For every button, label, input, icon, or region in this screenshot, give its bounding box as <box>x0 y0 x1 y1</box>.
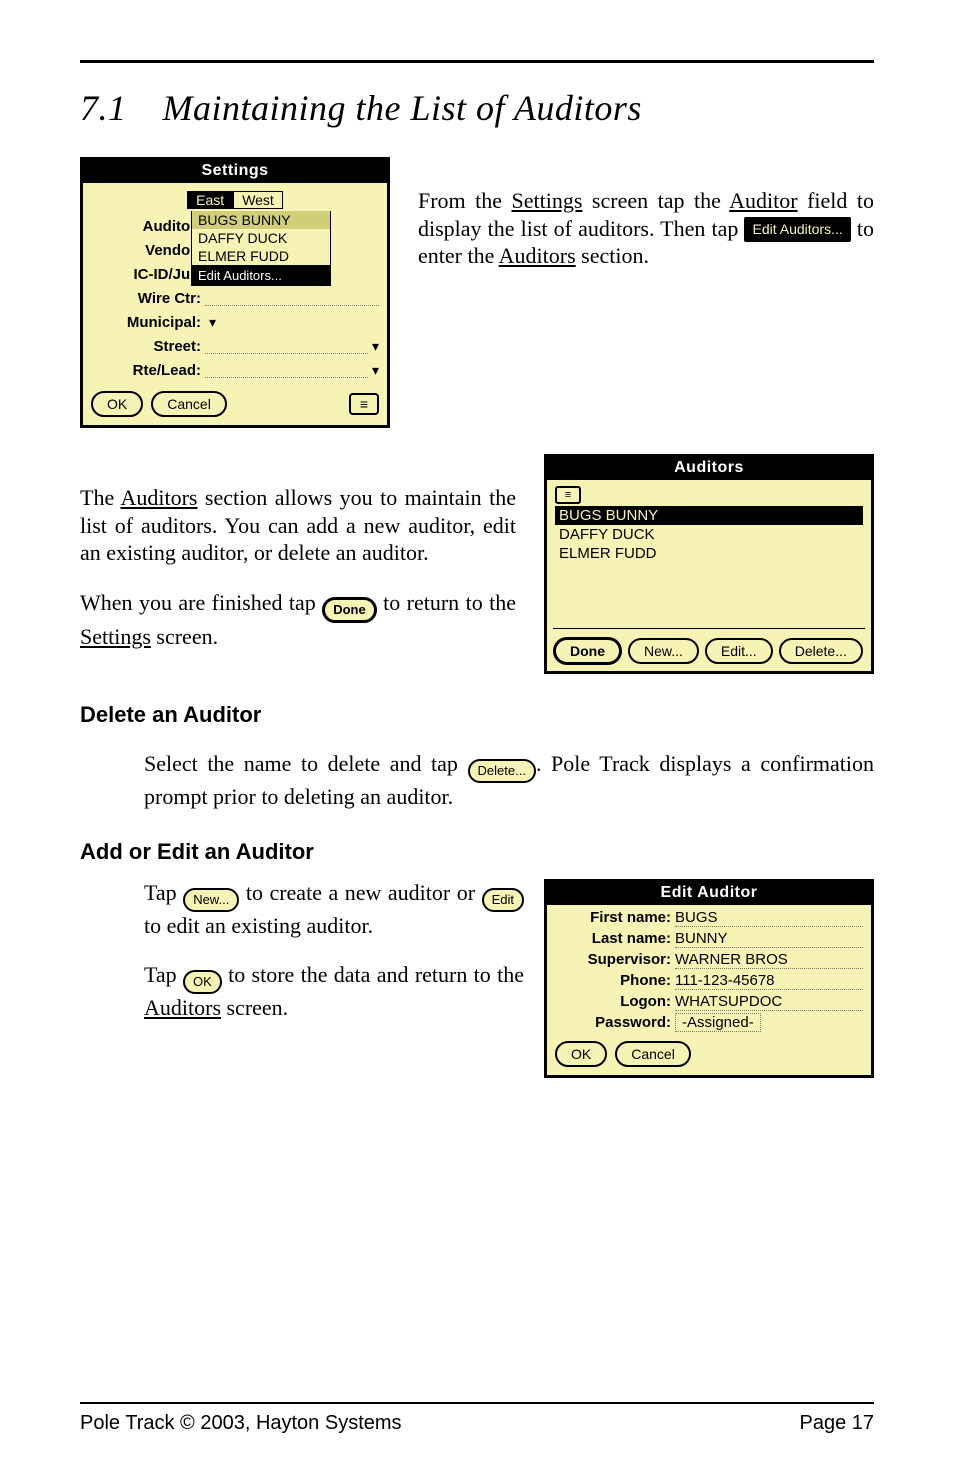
footer-right: Page 17 <box>799 1412 874 1435</box>
settings-ok-button[interactable]: OK <box>91 391 143 417</box>
footer-rule <box>80 1402 874 1404</box>
auditors-screenshot: Auditors BUGS BUNNY DAFFY DUCK ELMER FUD… <box>544 454 874 674</box>
edit-auditor-title: Edit Auditor <box>547 882 871 905</box>
lbl-rtelead: Rte/Lead: <box>91 362 205 379</box>
link-settings: Settings <box>512 188 583 213</box>
auditors-explain-paragraph: The Auditors section allows you to maint… <box>80 484 516 567</box>
tab-west[interactable]: West <box>233 191 283 209</box>
fld-supervisor[interactable]: WARNER BROS <box>675 951 863 969</box>
settings-screenshot: Settings EastWest BUGS BUNNY DAFFY DUCK … <box>80 157 390 428</box>
footer: Pole Track © 2003, Hayton Systems Page 1… <box>80 1402 874 1435</box>
list-item[interactable]: ELMER FUDD <box>555 544 863 563</box>
auditors-title: Auditors <box>547 457 871 480</box>
top-rule <box>80 60 874 63</box>
list-item[interactable]: BUGS BUNNY <box>555 506 863 525</box>
section-heading: 7.1 Maintaining the List of Auditors <box>80 87 874 129</box>
edit-ok-button[interactable]: OK <box>555 1041 607 1067</box>
rtelead-dropdown-icon[interactable] <box>368 362 379 379</box>
add-paragraph-1: Tap New... to create a new auditor or Ed… <box>144 879 524 940</box>
auditor-opt-edit[interactable]: Edit Auditors... <box>192 265 330 285</box>
auditors-new-button[interactable]: New... <box>628 638 699 664</box>
section-title: Maintaining the List of Auditors <box>163 88 642 128</box>
edit-auditor-screenshot: Edit Auditor First name:BUGS Last name:B… <box>544 879 874 1078</box>
chip-ok[interactable]: OK <box>183 970 222 994</box>
chip-new[interactable]: New... <box>183 888 239 912</box>
auditor-opt-2[interactable]: DAFFY DUCK <box>192 229 330 247</box>
auditors-done-button[interactable]: Done <box>553 637 622 665</box>
chip-edit[interactable]: Edit <box>482 888 524 912</box>
link-auditor-field: Auditor <box>729 188 797 213</box>
chip-done[interactable]: Done <box>322 597 377 623</box>
lbl-phone: Phone: <box>555 972 675 989</box>
done-paragraph: When you are finished tap Done to return… <box>80 589 516 651</box>
auditor-dropdown: BUGS BUNNY DAFFY DUCK ELMER FUDD Edit Au… <box>191 211 331 286</box>
lbl-first: First name: <box>555 909 675 926</box>
lbl-supervisor: Supervisor: <box>555 951 675 968</box>
fld-logon[interactable]: WHATSUPDOC <box>675 993 863 1011</box>
list-item[interactable]: DAFFY DUCK <box>555 525 863 544</box>
fld-password[interactable]: -Assigned- <box>675 1013 761 1032</box>
add-paragraph-2: Tap OK to store the data and return to t… <box>144 961 524 1022</box>
footer-left: Pole Track © 2003, Hayton Systems <box>80 1412 402 1435</box>
street-dropdown-icon[interactable] <box>368 338 379 355</box>
fld-first[interactable]: BUGS <box>675 909 863 927</box>
fld-last[interactable]: BUNNY <box>675 930 863 948</box>
auditors-listbox: BUGS BUNNY DAFFY DUCK ELMER FUDD <box>553 484 865 629</box>
menu-icon[interactable] <box>555 486 581 504</box>
lbl-icidjur: IC-ID/Jur: <box>91 266 205 283</box>
chip-edit-auditors[interactable]: Edit Auditors... <box>744 217 850 243</box>
lbl-vendor: Vendor: <box>91 242 205 259</box>
settings-title: Settings <box>83 160 387 183</box>
lbl-last: Last name: <box>555 930 675 947</box>
lbl-logon: Logon: <box>555 993 675 1010</box>
lbl-password: Password: <box>555 1014 675 1031</box>
menu-icon[interactable] <box>349 393 379 415</box>
tab-east[interactable]: East <box>187 191 233 209</box>
settings-tabs: EastWest <box>91 191 379 209</box>
lbl-wirectr: Wire Ctr: <box>91 290 205 307</box>
municipal-dropdown-icon[interactable] <box>205 314 216 331</box>
delete-paragraph: Select the name to delete and tap Delete… <box>144 750 874 811</box>
edit-cancel-button[interactable]: Cancel <box>615 1041 691 1067</box>
auditor-opt-1[interactable]: BUGS BUNNY <box>192 211 330 229</box>
add-edit-heading: Add or Edit an Auditor <box>80 839 874 865</box>
auditor-opt-3[interactable]: ELMER FUDD <box>192 247 330 265</box>
auditors-edit-button[interactable]: Edit... <box>705 638 773 664</box>
link-auditors-section: Auditors <box>499 243 576 268</box>
lbl-street: Street: <box>91 338 205 355</box>
chip-delete[interactable]: Delete... <box>468 759 536 783</box>
lbl-auditor: Auditor: <box>91 218 205 235</box>
intro-paragraph: From the Settings screen tap the Auditor… <box>418 187 874 270</box>
delete-heading: Delete an Auditor <box>80 702 874 728</box>
section-number: 7.1 <box>80 88 127 128</box>
fld-phone[interactable]: 111-123-45678 <box>675 972 863 990</box>
lbl-municipal: Municipal: <box>91 314 205 331</box>
auditors-delete-button[interactable]: Delete... <box>779 638 863 664</box>
settings-cancel-button[interactable]: Cancel <box>151 391 227 417</box>
